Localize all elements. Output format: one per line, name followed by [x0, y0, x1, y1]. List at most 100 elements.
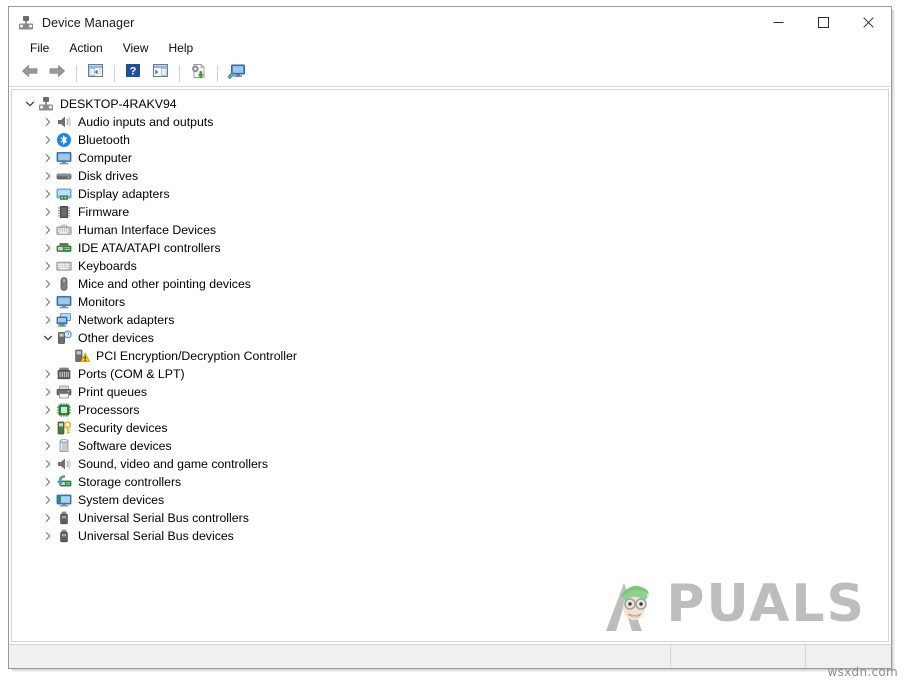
device-tree-pane[interactable]: PUALS DESKTOP-4RAKV94Audio inputs and ou… — [11, 89, 889, 642]
tree-category-node-processors[interactable]: Processors — [12, 401, 888, 419]
tree-root-node[interactable]: DESKTOP-4RAKV94 — [12, 95, 888, 113]
appuals-watermark-text: PUALS — [666, 574, 866, 634]
tree-category-node-security-devices[interactable]: Security devices — [12, 419, 888, 437]
tree-category-node-other-devices[interactable]: ?Other devices — [12, 329, 888, 347]
forward-button[interactable] — [44, 62, 70, 84]
appuals-watermark: PUALS — [604, 573, 866, 635]
update-driver-button[interactable] — [185, 62, 211, 84]
tree-category-node-ide-ata-atapi-controllers[interactable]: IDE ATA/ATAPI controllers — [12, 239, 888, 257]
console-tree-icon — [87, 63, 104, 83]
tree-category-node-print-queues[interactable]: Print queues — [12, 383, 888, 401]
tree-category-node-computer[interactable]: Computer — [12, 149, 888, 167]
status-cell-secondary — [670, 645, 805, 668]
chevron-right-icon[interactable] — [40, 275, 56, 293]
chevron-right-icon[interactable] — [40, 185, 56, 203]
chevron-right-icon[interactable] — [40, 113, 56, 131]
menu-help[interactable]: Help — [160, 39, 203, 59]
back-arrow-icon — [21, 64, 39, 83]
tree-category-node-keyboards[interactable]: Keyboards — [12, 257, 888, 275]
tree-category-node-ports-com-lpt[interactable]: Ports (COM & LPT) — [12, 365, 888, 383]
tree-node-label: Universal Serial Bus controllers — [78, 509, 249, 527]
chevron-right-icon[interactable] — [40, 527, 56, 545]
show-hide-console-tree-button[interactable] — [82, 62, 108, 84]
tree-category-node-human-interface-devices[interactable]: Human Interface Devices — [12, 221, 888, 239]
tree-node-label: Processors — [78, 401, 140, 419]
tree-node-label: DESKTOP-4RAKV94 — [60, 95, 177, 113]
tree-node-label: Monitors — [78, 293, 125, 311]
computer-root-icon — [38, 96, 54, 112]
chevron-right-icon[interactable] — [40, 491, 56, 509]
speaker-icon — [56, 456, 72, 472]
screenshot-root: Device Manager File Action View Help — [0, 0, 904, 681]
forward-arrow-icon — [48, 64, 66, 83]
tree-category-node-storage-controllers[interactable]: Storage controllers — [12, 473, 888, 491]
chevron-right-icon[interactable] — [40, 401, 56, 419]
chevron-right-icon[interactable] — [40, 167, 56, 185]
ide-controller-icon — [56, 240, 72, 256]
status-cell-main — [9, 645, 670, 668]
chevron-down-icon[interactable] — [22, 95, 38, 113]
tree-node-label: Firmware — [78, 203, 129, 221]
chevron-right-icon[interactable] — [40, 437, 56, 455]
chevron-right-icon[interactable] — [40, 293, 56, 311]
back-button[interactable] — [17, 62, 43, 84]
chevron-down-icon[interactable] — [40, 329, 56, 347]
tree-category-node-network-adapters[interactable]: Network adapters — [12, 311, 888, 329]
chevron-right-icon[interactable] — [40, 473, 56, 491]
chevron-right-icon[interactable] — [40, 311, 56, 329]
tree-category-node-audio-inputs-and-outputs[interactable]: Audio inputs and outputs — [12, 113, 888, 131]
tree-category-node-disk-drives[interactable]: Disk drives — [12, 167, 888, 185]
menu-view[interactable]: View — [114, 39, 158, 59]
tree-category-node-firmware[interactable]: Firmware — [12, 203, 888, 221]
tree-node-label: Universal Serial Bus devices — [78, 527, 234, 545]
close-button[interactable] — [846, 7, 891, 38]
chevron-right-icon[interactable] — [40, 221, 56, 239]
tree-category-node-bluetooth[interactable]: Bluetooth — [12, 131, 888, 149]
chevron-right-icon[interactable] — [40, 239, 56, 257]
toolbar-separator — [114, 65, 115, 82]
scan-hardware-changes-button[interactable] — [223, 62, 249, 84]
tree-node-label: Bluetooth — [78, 131, 130, 149]
tree-category-node-sound-video-and-game-controllers[interactable]: Sound, video and game controllers — [12, 455, 888, 473]
chevron-right-icon[interactable] — [40, 419, 56, 437]
menu-action[interactable]: Action — [60, 39, 111, 59]
tree-category-node-universal-serial-bus-devices[interactable]: Universal Serial Bus devices — [12, 527, 888, 545]
chevron-right-icon[interactable] — [40, 203, 56, 221]
printer-icon — [56, 384, 72, 400]
tree-category-node-mice-and-other-pointing-devices[interactable]: Mice and other pointing devices — [12, 275, 888, 293]
menu-file[interactable]: File — [21, 39, 58, 59]
chevron-right-icon[interactable] — [40, 383, 56, 401]
chevron-right-icon[interactable] — [40, 131, 56, 149]
status-bar — [9, 644, 891, 668]
window-title: Device Manager — [42, 16, 134, 30]
network-adapter-icon — [56, 312, 72, 328]
help-question-icon: ? — [125, 63, 141, 83]
chevron-right-icon[interactable] — [40, 365, 56, 383]
port-icon — [56, 366, 72, 382]
software-device-icon — [56, 438, 72, 454]
help-button[interactable]: ? — [120, 62, 146, 84]
tree-device-node-pci-encryption-decryption-controller[interactable]: PCI Encryption/Decryption Controller — [12, 347, 888, 365]
title-bar: Device Manager — [9, 7, 891, 38]
chevron-right-icon[interactable] — [40, 509, 56, 527]
chevron-right-icon[interactable] — [40, 257, 56, 275]
tree-category-node-monitors[interactable]: Monitors — [12, 293, 888, 311]
tree-category-node-universal-serial-bus-controllers[interactable]: Universal Serial Bus controllers — [12, 509, 888, 527]
chevron-right-icon[interactable] — [40, 455, 56, 473]
chevron-right-icon[interactable] — [40, 149, 56, 167]
device-manager-icon — [18, 15, 34, 31]
maximize-button[interactable] — [801, 7, 846, 38]
toolbar: ? — [9, 60, 891, 87]
toolbar-separator — [76, 65, 77, 82]
properties-button[interactable] — [147, 62, 173, 84]
mouse-icon — [56, 276, 72, 292]
tree-category-node-software-devices[interactable]: Software devices — [12, 437, 888, 455]
minimize-button[interactable] — [756, 7, 801, 38]
device-tree: DESKTOP-4RAKV94Audio inputs and outputsB… — [12, 95, 888, 545]
tree-node-label: Keyboards — [78, 257, 137, 275]
tree-category-node-display-adapters[interactable]: Display adapters — [12, 185, 888, 203]
tree-category-node-system-devices[interactable]: System devices — [12, 491, 888, 509]
security-key-icon — [56, 420, 72, 436]
window-shadow-bottom — [12, 669, 893, 672]
firmware-chip-icon — [56, 204, 72, 220]
